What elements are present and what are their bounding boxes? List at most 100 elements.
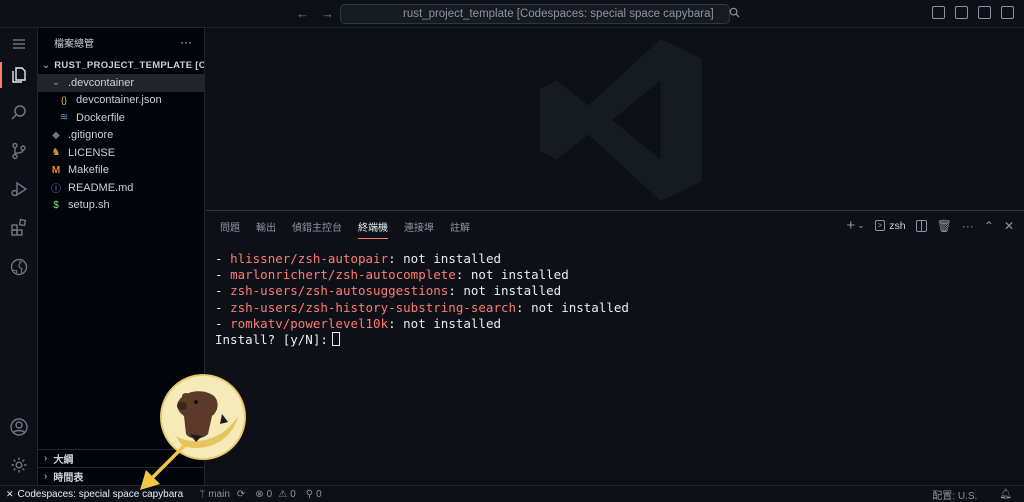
- ports-indicator[interactable]: ⚲ 0: [306, 489, 322, 500]
- info-icon: ⓘ: [51, 184, 61, 196]
- search-icon[interactable]: [9, 103, 29, 123]
- terminal-line: - hlissner/zsh-autopair: not installed: [215, 251, 501, 266]
- trash-icon[interactable]: 🗑: [937, 219, 952, 233]
- tab-debug-console[interactable]: 偵錯主控台: [292, 219, 342, 239]
- command-center-search[interactable]: rust_project_template [Codespaces: speci…: [340, 4, 740, 24]
- activity-bar: [0, 28, 38, 485]
- tree-item-label: .gitignore: [68, 129, 114, 142]
- file-readme[interactable]: ⓘ README.md: [38, 179, 204, 197]
- tab-output[interactable]: 輸出: [256, 219, 276, 239]
- package-name: zsh-users/zsh-autosuggestions: [230, 283, 449, 299]
- tab-problems[interactable]: 問題: [220, 219, 240, 239]
- problems-indicator[interactable]: ⊗ 0 ⚠ 0: [255, 489, 295, 500]
- outline-label: 大綱: [53, 455, 74, 466]
- explorer-header: 檔案總管 ···: [38, 28, 204, 56]
- license-icon: ♞: [51, 147, 61, 159]
- file-dockerfile[interactable]: ≋ Dockerfile: [38, 109, 204, 127]
- tree-item-label: Dockerfile: [76, 111, 125, 124]
- panel-actions: + ⌄ > zsh 🗑 ··· ⌃ ✕: [846, 217, 1014, 234]
- tab-terminal[interactable]: 終端機: [358, 219, 388, 239]
- chevron-down-icon: ⌄: [51, 77, 61, 89]
- file-setup-sh[interactable]: $ setup.sh: [38, 197, 204, 215]
- tree-item-label: README.md: [68, 181, 134, 194]
- terminal-name[interactable]: zsh: [889, 220, 905, 232]
- navigation-arrows: ← →: [296, 6, 334, 21]
- terminal-output[interactable]: - hlissner/zsh-autopair: not installed -…: [215, 251, 629, 348]
- capybara-icon: [162, 376, 244, 458]
- manage-gear-icon[interactable]: [9, 455, 29, 475]
- terminal-icon: >: [874, 220, 886, 231]
- explorer-icon[interactable]: [9, 65, 29, 85]
- workspace-root[interactable]: ⌄ RUST_PROJECT_TEMPLATE [C...: [38, 56, 204, 74]
- branch-indicator[interactable]: ᛘ main ⟳: [199, 489, 245, 500]
- new-terminal-plus-icon[interactable]: +: [846, 217, 855, 234]
- panel-tabs: 問題 輸出 偵錯主控台 終端機 連接埠 註解: [220, 219, 470, 239]
- chevron-right-icon: ›: [44, 453, 48, 464]
- workspace-root-label: RUST_PROJECT_TEMPLATE [C...: [54, 59, 204, 71]
- toggle-primary-sidebar-icon[interactable]: [932, 6, 945, 19]
- branch-name: main: [208, 488, 230, 500]
- terminal-line: - zsh-users/zsh-autosuggestions: not ins…: [215, 283, 562, 299]
- file-devcontainer-json[interactable]: {} devcontainer.json: [38, 92, 204, 110]
- package-name: marlonrichert/zsh-autocomplete: [230, 267, 456, 283]
- chevron-down-icon[interactable]: ⌄: [857, 220, 865, 231]
- vscode-watermark-icon: [540, 39, 702, 201]
- title-bar: ← → rust_project_template [Codespaces: s…: [0, 0, 1024, 28]
- terminal-line: - zsh-users/zsh-history-substring-search…: [215, 299, 629, 315]
- arrow-right-icon[interactable]: →: [321, 6, 334, 21]
- ports-count: 0: [316, 488, 322, 500]
- docker-icon: ≋: [59, 112, 69, 124]
- bell-icon[interactable]: 🔔︎: [999, 489, 1012, 500]
- accounts-icon[interactable]: [9, 417, 29, 437]
- error-count: 0: [266, 488, 273, 500]
- status-bar: ✕ Codespaces: special space capybara ᛘ m…: [0, 485, 1024, 502]
- explorer-title: 檔案總管: [54, 38, 94, 50]
- branch-icon: ᛘ: [199, 488, 206, 500]
- extensions-icon[interactable]: [9, 217, 29, 237]
- more-actions-icon[interactable]: ···: [180, 35, 192, 49]
- terminal-cursor: [331, 332, 340, 347]
- package-name: hlissner/zsh-autopair: [230, 251, 389, 266]
- toggle-panel-icon[interactable]: [955, 6, 968, 19]
- tab-comments[interactable]: 註解: [450, 219, 470, 239]
- command-center-text: rust_project_template [Codespaces: speci…: [403, 8, 714, 20]
- sync-icon[interactable]: ⟳: [237, 489, 245, 500]
- package-name: romkatv/powerlevel10k: [230, 315, 389, 331]
- keyboard-layout[interactable]: 配置: U.S.: [932, 487, 977, 502]
- remote-indicator[interactable]: ✕ Codespaces: special space capybara: [0, 486, 189, 502]
- tree-item-label: LICENSE: [68, 146, 116, 159]
- editor-area[interactable]: [206, 28, 1024, 210]
- github-icon[interactable]: [9, 257, 29, 277]
- json-icon: {}: [60, 95, 67, 106]
- folder-devcontainer[interactable]: ⌄ .devcontainer: [38, 74, 204, 92]
- close-panel-icon[interactable]: ✕: [1004, 219, 1014, 233]
- run-and-debug-icon[interactable]: [9, 179, 29, 199]
- remote-label: Codespaces: special space capybara: [17, 488, 184, 500]
- tree-item-label: devcontainer.json: [76, 94, 162, 107]
- active-view-indicator: [0, 62, 2, 88]
- status-right: 配置: U.S. 🔔︎: [932, 486, 1012, 502]
- menu-icon[interactable]: [9, 34, 29, 54]
- split-terminal-icon[interactable]: [915, 219, 927, 232]
- tree-item-label: Makefile: [68, 164, 109, 177]
- maximize-panel-icon[interactable]: ⌃: [984, 219, 994, 233]
- capybara-avatar: [160, 374, 246, 460]
- search-icon: [729, 7, 740, 21]
- file-makefile[interactable]: M Makefile: [38, 162, 204, 180]
- more-actions-icon[interactable]: ···: [962, 219, 974, 233]
- file-license[interactable]: ♞ LICENSE: [38, 144, 204, 162]
- toggle-secondary-sidebar-icon[interactable]: [978, 6, 991, 19]
- git-icon: ◆: [52, 129, 60, 141]
- arrow-left-icon[interactable]: ←: [296, 6, 309, 21]
- file-gitignore[interactable]: ◆ .gitignore: [38, 127, 204, 145]
- package-name: zsh-users/zsh-history-substring-search: [230, 299, 517, 315]
- timeline-section[interactable]: › 時間表: [38, 467, 205, 485]
- warning-count: 0: [290, 488, 296, 500]
- timeline-label: 時間表: [53, 473, 84, 484]
- tree-item-label: setup.sh: [68, 199, 110, 212]
- tab-ports[interactable]: 連接埠: [404, 219, 434, 239]
- source-control-icon[interactable]: [9, 141, 29, 161]
- terminal-prompt: Install? [y/N]:: [215, 332, 629, 348]
- customize-layout-icon[interactable]: [1001, 6, 1014, 19]
- terminal-line: - romkatv/powerlevel10k: not installed: [215, 315, 501, 331]
